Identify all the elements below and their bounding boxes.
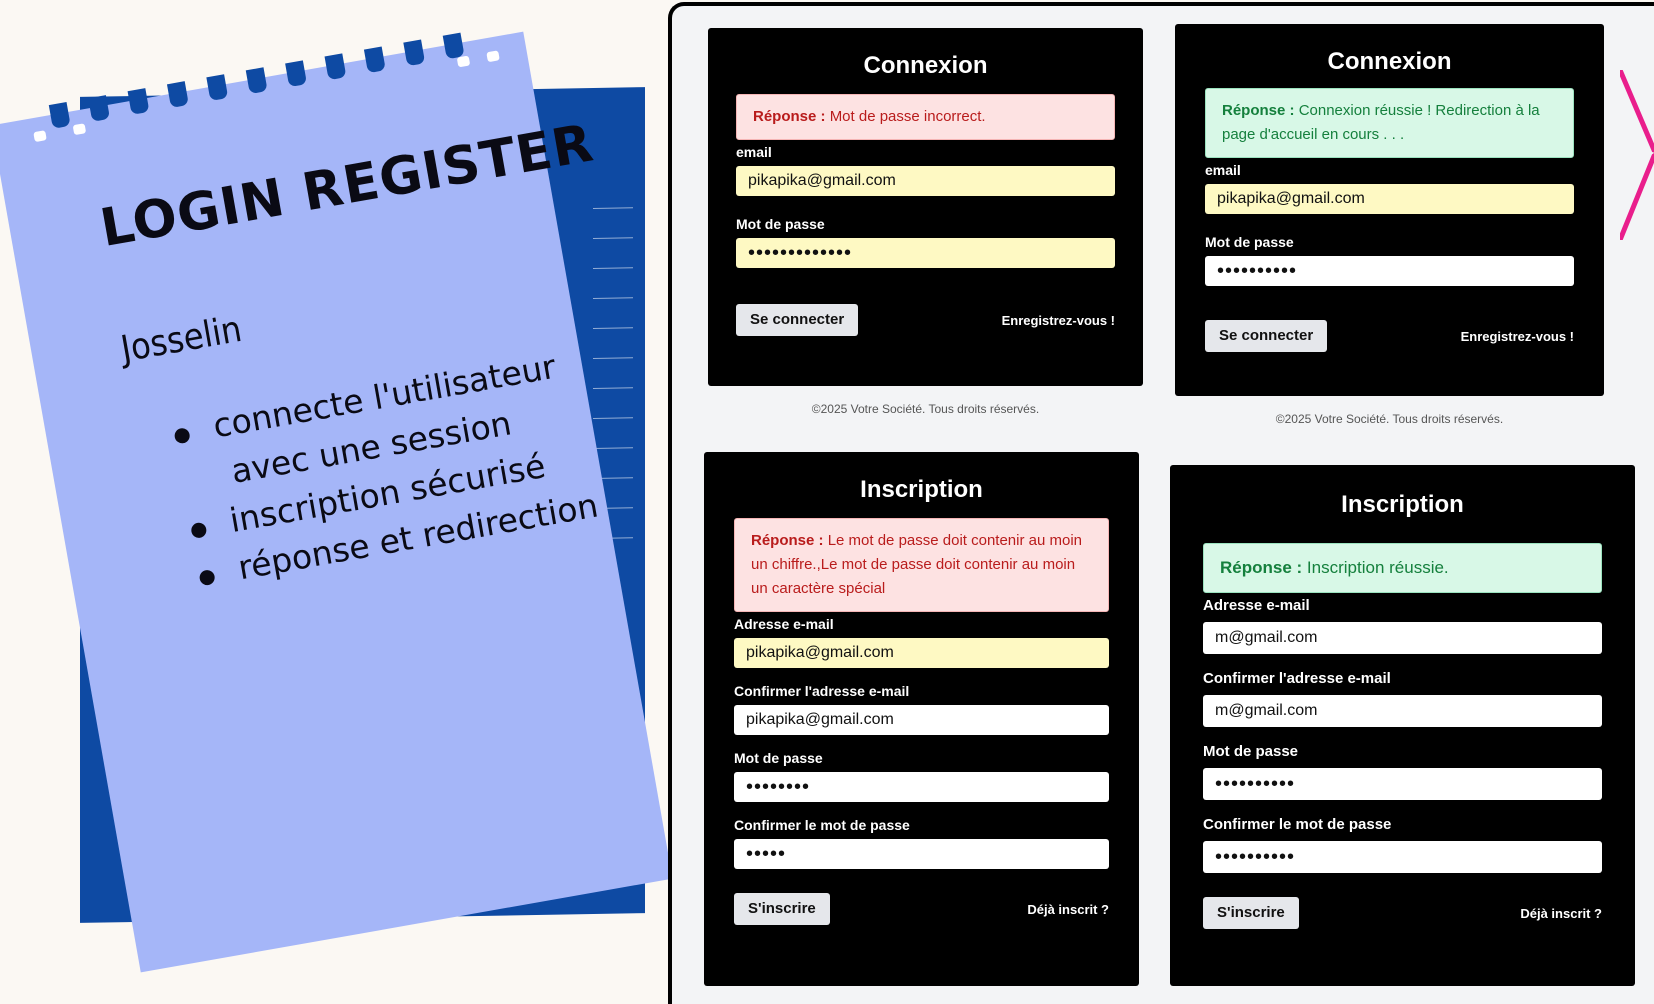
confirm-password-label: Confirmer le mot de passe bbox=[1203, 816, 1392, 833]
copyright-footer: ©2025 Votre Société. Tous droits réservé… bbox=[811, 402, 1040, 416]
login-button[interactable]: Se connecter bbox=[736, 304, 859, 336]
copyright-footer: ©2025 Votre Société. Tous droits réservé… bbox=[1275, 412, 1504, 426]
confirm-email-label: Confirmer l'adresse e-mail bbox=[734, 683, 910, 699]
error-alert: Réponse : Mot de passe incorrect. bbox=[736, 94, 1115, 140]
login-card-success: Connexion Réponse : Connexion réussie ! … bbox=[1175, 24, 1604, 396]
password-input[interactable] bbox=[1205, 256, 1574, 286]
email-input[interactable] bbox=[1205, 184, 1574, 214]
register-card-success: Inscription Réponse : Inscription réussi… bbox=[1170, 465, 1635, 986]
login-link[interactable]: Déjà inscrit ? bbox=[1520, 906, 1602, 921]
login-card-error: Connexion Réponse : Mot de passe incorre… bbox=[708, 28, 1143, 386]
sparkle-decoration bbox=[1620, 70, 1654, 240]
card-title: Inscription bbox=[1341, 491, 1464, 518]
password-input[interactable] bbox=[736, 238, 1115, 268]
email-label: Adresse e-mail bbox=[1203, 597, 1310, 614]
confirm-email-label: Confirmer l'adresse e-mail bbox=[1203, 670, 1391, 687]
email-input[interactable] bbox=[736, 166, 1115, 196]
email-input[interactable] bbox=[734, 638, 1109, 668]
card-title: Inscription bbox=[860, 476, 983, 503]
password-label: Mot de passe bbox=[734, 750, 823, 766]
password-label: Mot de passe bbox=[736, 216, 825, 232]
card-title: Connexion bbox=[1327, 48, 1452, 75]
register-button[interactable]: S'inscrire bbox=[734, 893, 830, 925]
card-title: Connexion bbox=[863, 52, 988, 79]
email-label: email bbox=[736, 144, 772, 160]
email-label: email bbox=[1205, 162, 1241, 178]
login-button[interactable]: Se connecter bbox=[1205, 320, 1328, 352]
email-input[interactable] bbox=[1203, 622, 1602, 654]
login-link[interactable]: Déjà inscrit ? bbox=[1027, 902, 1109, 917]
error-alert: Réponse : Le mot de passe doit contenir … bbox=[734, 518, 1109, 612]
password-input[interactable] bbox=[1203, 768, 1602, 800]
success-alert: Réponse : Connexion réussie ! Redirectio… bbox=[1205, 88, 1574, 158]
register-link[interactable]: Enregistrez-vous ! bbox=[1002, 313, 1115, 328]
register-button[interactable]: S'inscrire bbox=[1203, 897, 1299, 929]
success-alert: Réponse : Inscription réussie. bbox=[1203, 543, 1602, 593]
email-label: Adresse e-mail bbox=[734, 616, 834, 632]
confirm-email-input[interactable] bbox=[734, 705, 1109, 735]
password-label: Mot de passe bbox=[1205, 234, 1294, 250]
confirm-password-label: Confirmer le mot de passe bbox=[734, 817, 910, 833]
confirm-password-input[interactable] bbox=[1203, 841, 1602, 873]
confirm-email-input[interactable] bbox=[1203, 695, 1602, 727]
register-card-error: Inscription Réponse : Le mot de passe do… bbox=[704, 452, 1139, 986]
password-label: Mot de passe bbox=[1203, 743, 1299, 760]
register-link[interactable]: Enregistrez-vous ! bbox=[1461, 329, 1574, 344]
confirm-password-input[interactable] bbox=[734, 839, 1109, 869]
password-input[interactable] bbox=[734, 772, 1109, 802]
